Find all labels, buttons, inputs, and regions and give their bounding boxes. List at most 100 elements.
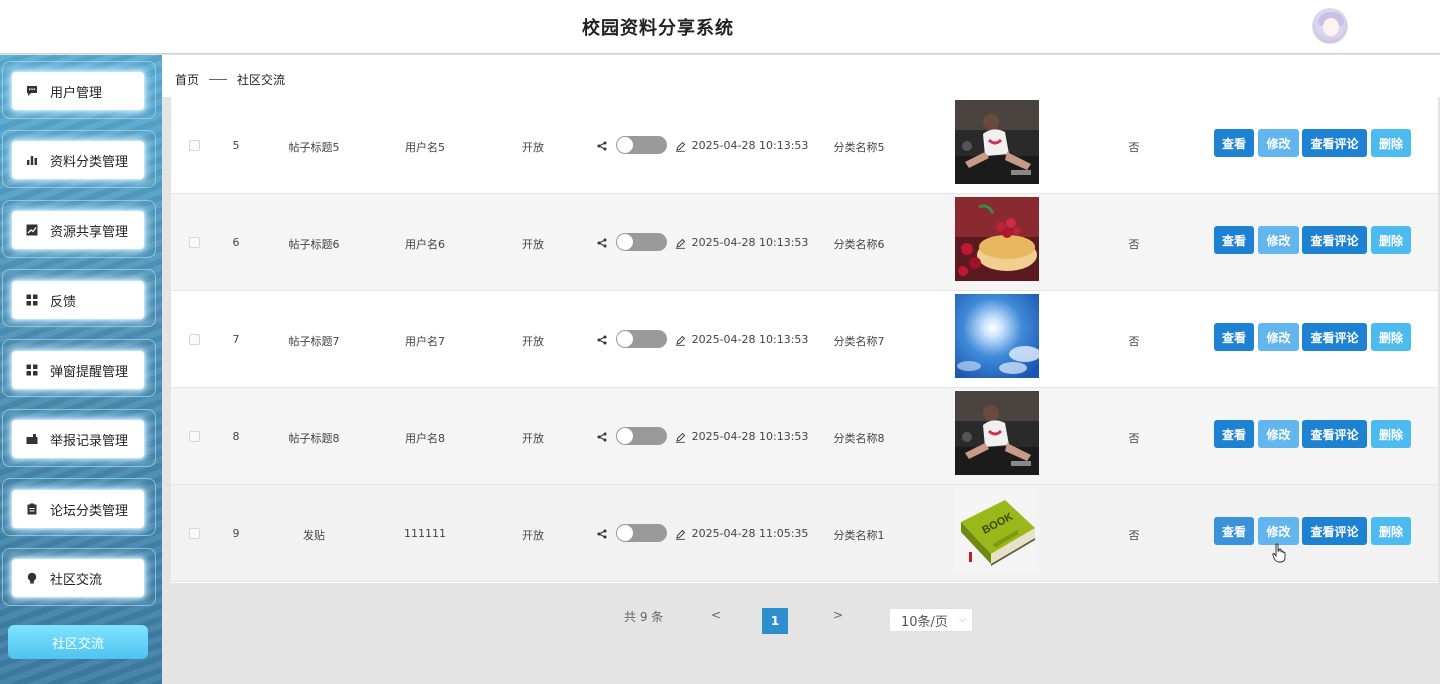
cell-title: 帖子标题7 xyxy=(288,335,340,348)
bar-chart-icon xyxy=(26,154,38,166)
pencil-icon[interactable] xyxy=(675,529,686,540)
view-comments-button[interactable]: 查看评论 xyxy=(1302,420,1367,448)
sidebar-item-feedback[interactable]: 反馈 xyxy=(12,281,144,319)
pencil-icon[interactable] xyxy=(675,335,686,346)
view-comments-button[interactable]: 查看评论 xyxy=(1302,129,1367,157)
cell-id: 8 xyxy=(232,430,240,443)
delete-button[interactable]: 删除 xyxy=(1371,517,1411,545)
cell-flag: 否 xyxy=(1128,238,1140,251)
page-number-button[interactable]: 1 xyxy=(762,608,788,634)
row-checkbox[interactable] xyxy=(189,528,200,539)
sidebar-item-label: 资源共享管理 xyxy=(50,224,129,240)
cell-id: 6 xyxy=(232,236,240,249)
row-checkbox[interactable] xyxy=(189,431,200,442)
sidebar-item-resource-sharing[interactable]: 资源共享管理 xyxy=(12,211,144,249)
cell-title: 发贴 xyxy=(303,529,325,542)
bulb-icon xyxy=(26,572,38,584)
sidebar-item-label: 社区交流 xyxy=(50,572,103,588)
book-photo[interactable]: BOOK xyxy=(955,488,1039,572)
cell-user: 用户名7 xyxy=(405,335,445,348)
woman-yoga-photo[interactable] xyxy=(955,391,1039,475)
share-icon[interactable] xyxy=(597,432,607,442)
sidebar-item-label: 反馈 xyxy=(50,294,77,310)
pencil-icon[interactable] xyxy=(675,432,686,443)
cell-user: 用户名8 xyxy=(405,432,445,445)
prev-page-button[interactable]: < xyxy=(711,608,721,622)
view-button[interactable]: 查看 xyxy=(1214,323,1254,351)
view-button[interactable]: 查看 xyxy=(1214,129,1254,157)
sidebar-item-user-management[interactable]: 用户管理 xyxy=(12,72,144,110)
edit-button[interactable]: 修改 xyxy=(1258,420,1299,448)
sidebar-item-label: 论坛分类管理 xyxy=(50,503,129,519)
cell-status: 开放 xyxy=(522,529,544,542)
cell-status: 开放 xyxy=(522,432,544,445)
sidebar: 用户管理 资料分类管理 资源共享管理 反馈 弹窗提醒管理 举报记录管理 论坛分类… xyxy=(0,55,162,684)
edit-button[interactable]: 修改 xyxy=(1258,226,1299,254)
page-size-select[interactable]: 10条/页 ⌵ xyxy=(889,608,973,632)
cell-flag: 否 xyxy=(1128,141,1140,154)
cell-category: 分类名称5 xyxy=(833,141,885,154)
cell-user: 111111 xyxy=(404,527,446,540)
cell-status: 开放 xyxy=(522,238,544,251)
pagination: 共 9 条 < 1 > 10条/页 ⌵ xyxy=(171,590,1438,650)
cell-status: 开放 xyxy=(522,335,544,348)
sidebar-item-label: 弹窗提醒管理 xyxy=(50,364,129,380)
edit-button[interactable]: 修改 xyxy=(1258,323,1299,351)
cell-flag: 否 xyxy=(1128,432,1140,445)
row-checkbox[interactable] xyxy=(189,334,200,345)
next-page-button[interactable]: > xyxy=(833,608,843,622)
sidebar-item-forum-category[interactable]: 论坛分类管理 xyxy=(12,490,144,528)
share-icon[interactable] xyxy=(597,141,607,151)
delete-button[interactable]: 删除 xyxy=(1371,323,1411,351)
view-button[interactable]: 查看 xyxy=(1214,517,1254,545)
row-toggle[interactable] xyxy=(616,136,667,154)
view-button[interactable]: 查看 xyxy=(1214,420,1254,448)
sun-sky-photo[interactable] xyxy=(955,294,1039,378)
delete-button[interactable]: 删除 xyxy=(1371,420,1411,448)
pencil-icon[interactable] xyxy=(675,141,686,152)
share-icon[interactable] xyxy=(597,335,607,345)
row-toggle[interactable] xyxy=(616,233,667,251)
cell-status: 开放 xyxy=(522,141,544,154)
row-toggle[interactable] xyxy=(616,427,667,445)
cell-flag: 否 xyxy=(1128,335,1140,348)
breadcrumb-home[interactable]: 首页 xyxy=(175,71,199,88)
breadcrumb-separator xyxy=(209,79,228,80)
sidebar-item-report-records[interactable]: 举报记录管理 xyxy=(12,420,144,458)
woman-yoga-photo[interactable] xyxy=(955,100,1039,184)
row-toggle[interactable] xyxy=(616,524,667,542)
cell-title: 帖子标题6 xyxy=(288,238,340,251)
row-toggle[interactable] xyxy=(616,330,667,348)
row-checkbox[interactable] xyxy=(189,140,200,151)
community-active-button[interactable]: 社区交流 xyxy=(8,625,148,659)
sidebar-item-category-management[interactable]: 资料分类管理 xyxy=(12,141,144,179)
view-button[interactable]: 查看 xyxy=(1214,226,1254,254)
pencil-icon[interactable] xyxy=(675,238,686,249)
sidebar-item-popup-reminder[interactable]: 弹窗提醒管理 xyxy=(12,351,144,389)
delete-button[interactable]: 删除 xyxy=(1371,129,1411,157)
chevron-down-icon: ⌵ xyxy=(959,615,966,625)
total-count: 共 9 条 xyxy=(624,610,664,624)
hand-cursor-icon xyxy=(1272,543,1286,563)
edit-button[interactable]: 修改 xyxy=(1258,129,1299,157)
view-comments-button[interactable]: 查看评论 xyxy=(1302,323,1367,351)
sidebar-item-label: 用户管理 xyxy=(50,85,103,101)
view-comments-button[interactable]: 查看评论 xyxy=(1302,226,1367,254)
share-icon[interactable] xyxy=(597,529,607,539)
sidebar-item-label: 举报记录管理 xyxy=(50,433,129,449)
share-icon[interactable] xyxy=(597,238,607,248)
sidebar-item-community[interactable]: 社区交流 xyxy=(12,559,144,597)
cell-id: 7 xyxy=(232,333,240,346)
cell-id: 5 xyxy=(232,139,240,152)
cell-time: 2025-04-28 11:05:35 xyxy=(691,527,809,540)
avatar[interactable] xyxy=(1312,8,1348,44)
delete-button[interactable]: 删除 xyxy=(1371,226,1411,254)
cell-category: 分类名称6 xyxy=(833,238,885,251)
edit-button[interactable]: 修改 xyxy=(1258,517,1299,545)
cell-time: 2025-04-28 10:13:53 xyxy=(691,139,809,152)
cell-title: 帖子标题8 xyxy=(288,432,340,445)
row-checkbox[interactable] xyxy=(189,237,200,248)
data-table: 5 帖子标题5 用户名5 开放 2025-04-28 10:13:53 分类名称… xyxy=(171,97,1438,583)
raspberry-cake-photo[interactable] xyxy=(955,197,1039,281)
view-comments-button[interactable]: 查看评论 xyxy=(1302,517,1367,545)
